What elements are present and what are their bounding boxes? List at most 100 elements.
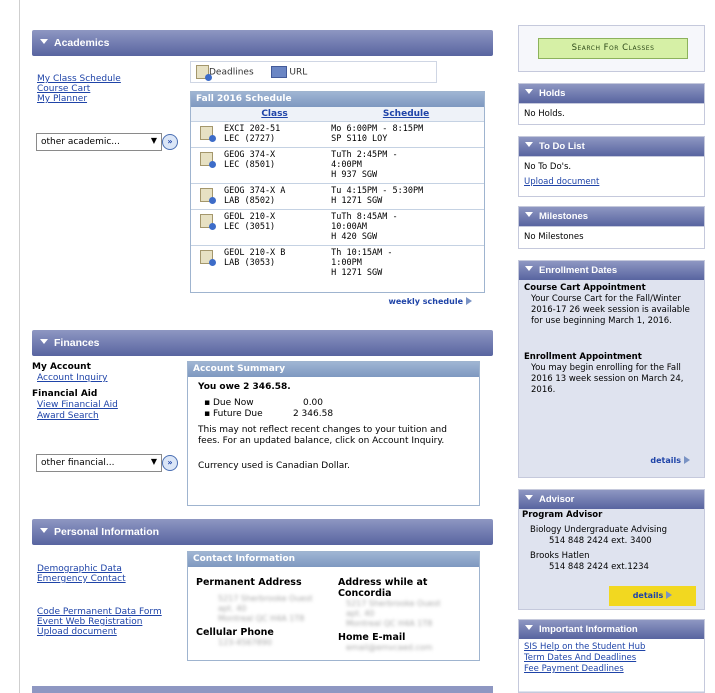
url-tab[interactable]: URL — [289, 68, 307, 78]
url-icon — [270, 66, 287, 78]
important-information-panel: Important Information SIS Help on the St… — [518, 619, 705, 693]
enrollment-dates-header[interactable]: Enrollment Dates — [519, 261, 704, 280]
weekly-schedule-link[interactable]: weekly schedule — [388, 297, 472, 307]
holds-panel: Holds No Holds. — [518, 83, 705, 125]
chevron-down-icon: ▼ — [150, 457, 157, 466]
important-information-header[interactable]: Important Information — [519, 620, 704, 639]
collapse-icon[interactable] — [40, 339, 48, 344]
enrollment-dates-panel: Enrollment Dates Course Cart Appointment… — [518, 260, 705, 478]
contact-information-title: Contact Information — [188, 552, 479, 567]
upload-document-link[interactable]: Upload document — [37, 627, 162, 637]
collapse-icon[interactable] — [525, 212, 533, 217]
class-calendar-icon[interactable] — [199, 249, 216, 266]
address-while-at-concordia-label: Address while at Concordia — [338, 577, 428, 599]
collapse-icon[interactable] — [525, 625, 533, 630]
schedule-row: GEOL 210-X LEC (3051) TuTh 8:45AM -10:00AM… — [191, 208, 484, 245]
contact-information-box: Contact Information Permanent Address 52… — [187, 551, 480, 661]
schedule-row: GEOG 374-X A LAB (8502) Tu 4:15PM - 5:30PM… — [191, 182, 484, 209]
schedule-table: Class Schedule EXCI 202-51 LEC (2727) Mo 6:… — [191, 107, 484, 281]
fee-payment-link[interactable]: Fee Payment Deadlines — [524, 664, 699, 675]
collapse-icon[interactable] — [525, 266, 533, 271]
arrow-right-icon — [666, 591, 673, 599]
chevron-down-icon: ▼ — [150, 136, 157, 145]
program-advisor-title: Program Advisor — [522, 510, 603, 520]
emergency-contact-link[interactable]: Emergency Contact — [37, 574, 162, 584]
schedule-row: GEOL 210-X B LAB (3053) Th 10:15AM -1:00PM… — [191, 244, 484, 281]
enrollment-appointment-title: Enrollment Appointment — [524, 352, 642, 362]
code-permanent-data-form-link[interactable]: Code Permanent Data Form — [37, 607, 162, 617]
sis-help-link[interactable]: SIS Help on the Student Hub — [524, 642, 699, 653]
demographic-data-link[interactable]: Demographic Data — [37, 564, 162, 574]
event-web-registration-link[interactable]: Event Web Registration — [37, 617, 162, 627]
advisor-2-name: Brooks Hatlen — [530, 551, 590, 561]
next-section-header[interactable] — [32, 686, 493, 693]
permanent-address-label: Permanent Address — [196, 577, 302, 588]
enrollment-details-link[interactable]: details — [650, 456, 690, 466]
schedule-row: EXCI 202-51 LEC (2727) Mo 6:00PM - 8:15PM S… — [191, 120, 484, 147]
my-planner-link[interactable]: My Planner — [37, 94, 121, 104]
collapse-icon[interactable] — [525, 89, 533, 94]
other-financial-select[interactable]: other financial... ▼ — [36, 454, 162, 472]
class-header[interactable]: Class — [221, 107, 329, 121]
personal-links: Demographic Data Emergency Contact Code … — [37, 564, 162, 637]
financial-aid-label: Financial Aid — [32, 389, 98, 399]
advisor-2-phone: 514 848 2424 ext.1234 — [549, 562, 649, 572]
collapse-icon[interactable] — [525, 142, 533, 147]
personal-information-header[interactable]: Personal Information — [32, 519, 493, 545]
class-calendar-icon[interactable] — [199, 187, 216, 204]
account-inquiry-link[interactable]: Account Inquiry — [37, 373, 118, 384]
advisor-panel: Advisor Program Advisor Biology Undergra… — [518, 489, 705, 610]
cellular-phone-label: Cellular Phone — [196, 627, 274, 638]
arrow-right-icon — [684, 456, 690, 464]
course-cart-appointment-title: Course Cart Appointment — [524, 283, 646, 293]
my-class-schedule-link[interactable]: My Class Schedule — [37, 74, 121, 84]
advisor-header[interactable]: Advisor — [519, 490, 704, 509]
academics-header[interactable]: Academics — [32, 30, 493, 56]
advisor-1-name: Biology Undergraduate Advising — [530, 525, 668, 535]
home-email-label: Home E-mail — [338, 632, 406, 643]
currency-note: Currency used is Canadian Dollar. — [198, 461, 350, 471]
milestones-header[interactable]: Milestones — [519, 207, 704, 226]
milestones-text: No Milestones — [519, 226, 704, 248]
arrow-right-icon — [466, 297, 472, 305]
enrollment-appointment-text: You may begin enrolling for the Fall 201… — [531, 363, 684, 395]
account-summary-box: Account Summary You owe 2 346.58. ▪ Due … — [187, 361, 480, 506]
search-for-classes-button[interactable]: Search For Classes — [538, 38, 688, 59]
view-financial-aid-link[interactable]: View Financial Aid — [37, 400, 118, 411]
academics-links: My Class Schedule Course Cart My Planner — [37, 74, 121, 104]
todo-panel: To Do List No To Do's. Upload document — [518, 136, 705, 197]
go-button-financial[interactable]: » — [162, 455, 178, 471]
class-calendar-icon[interactable] — [199, 151, 216, 168]
collapse-icon[interactable] — [40, 39, 48, 44]
search-panel: Search For Classes — [518, 25, 705, 72]
my-account-label: My Account — [32, 362, 91, 372]
collapse-icon[interactable] — [525, 495, 533, 500]
class-calendar-icon[interactable] — [199, 125, 216, 142]
todo-header[interactable]: To Do List — [519, 137, 704, 156]
finances-header[interactable]: Finances — [32, 330, 493, 356]
course-cart-appointment-text: Your Course Cart for the Fall/Winter 201… — [531, 294, 690, 326]
finances-links: My Account Account Inquiry Financial Aid… — [32, 362, 118, 422]
schedule-row: GEOG 374-X LEC (8501) TuTh 2:45PM -4:00PM H… — [191, 146, 484, 183]
future-due-row: ▪ Future Due 2 346.58 — [204, 409, 334, 419]
class-calendar-icon[interactable] — [199, 213, 216, 230]
upload-document-link-sidebar[interactable]: Upload document — [524, 175, 699, 190]
term-dates-link[interactable]: Term Dates And Deadlines — [524, 653, 699, 664]
holds-header[interactable]: Holds — [519, 84, 704, 103]
award-search-link[interactable]: Award Search — [37, 411, 118, 422]
account-summary-title: Account Summary — [188, 362, 479, 377]
schedule-header[interactable]: Schedule — [328, 107, 484, 121]
due-now-row: ▪ Due Now 0.00 — [204, 398, 324, 408]
milestones-panel: Milestones No Milestones — [518, 206, 705, 249]
holds-text: No Holds. — [519, 103, 704, 124]
other-academic-select[interactable]: other academic... ▼ — [36, 133, 162, 151]
advisor-details-link[interactable]: details — [609, 586, 696, 606]
course-cart-link[interactable]: Course Cart — [37, 84, 121, 94]
go-button-academic[interactable]: » — [162, 134, 178, 150]
schedule-box: Fall 2016 Schedule Class Schedule EXCI 20… — [190, 91, 485, 306]
todo-text: No To Do's. — [524, 162, 572, 172]
deadlines-tab[interactable]: Deadlines — [209, 68, 254, 78]
amount-owed: You owe 2 346.58. — [198, 382, 291, 392]
schedule-title: Fall 2016 Schedule — [191, 92, 484, 107]
collapse-icon[interactable] — [40, 528, 48, 533]
